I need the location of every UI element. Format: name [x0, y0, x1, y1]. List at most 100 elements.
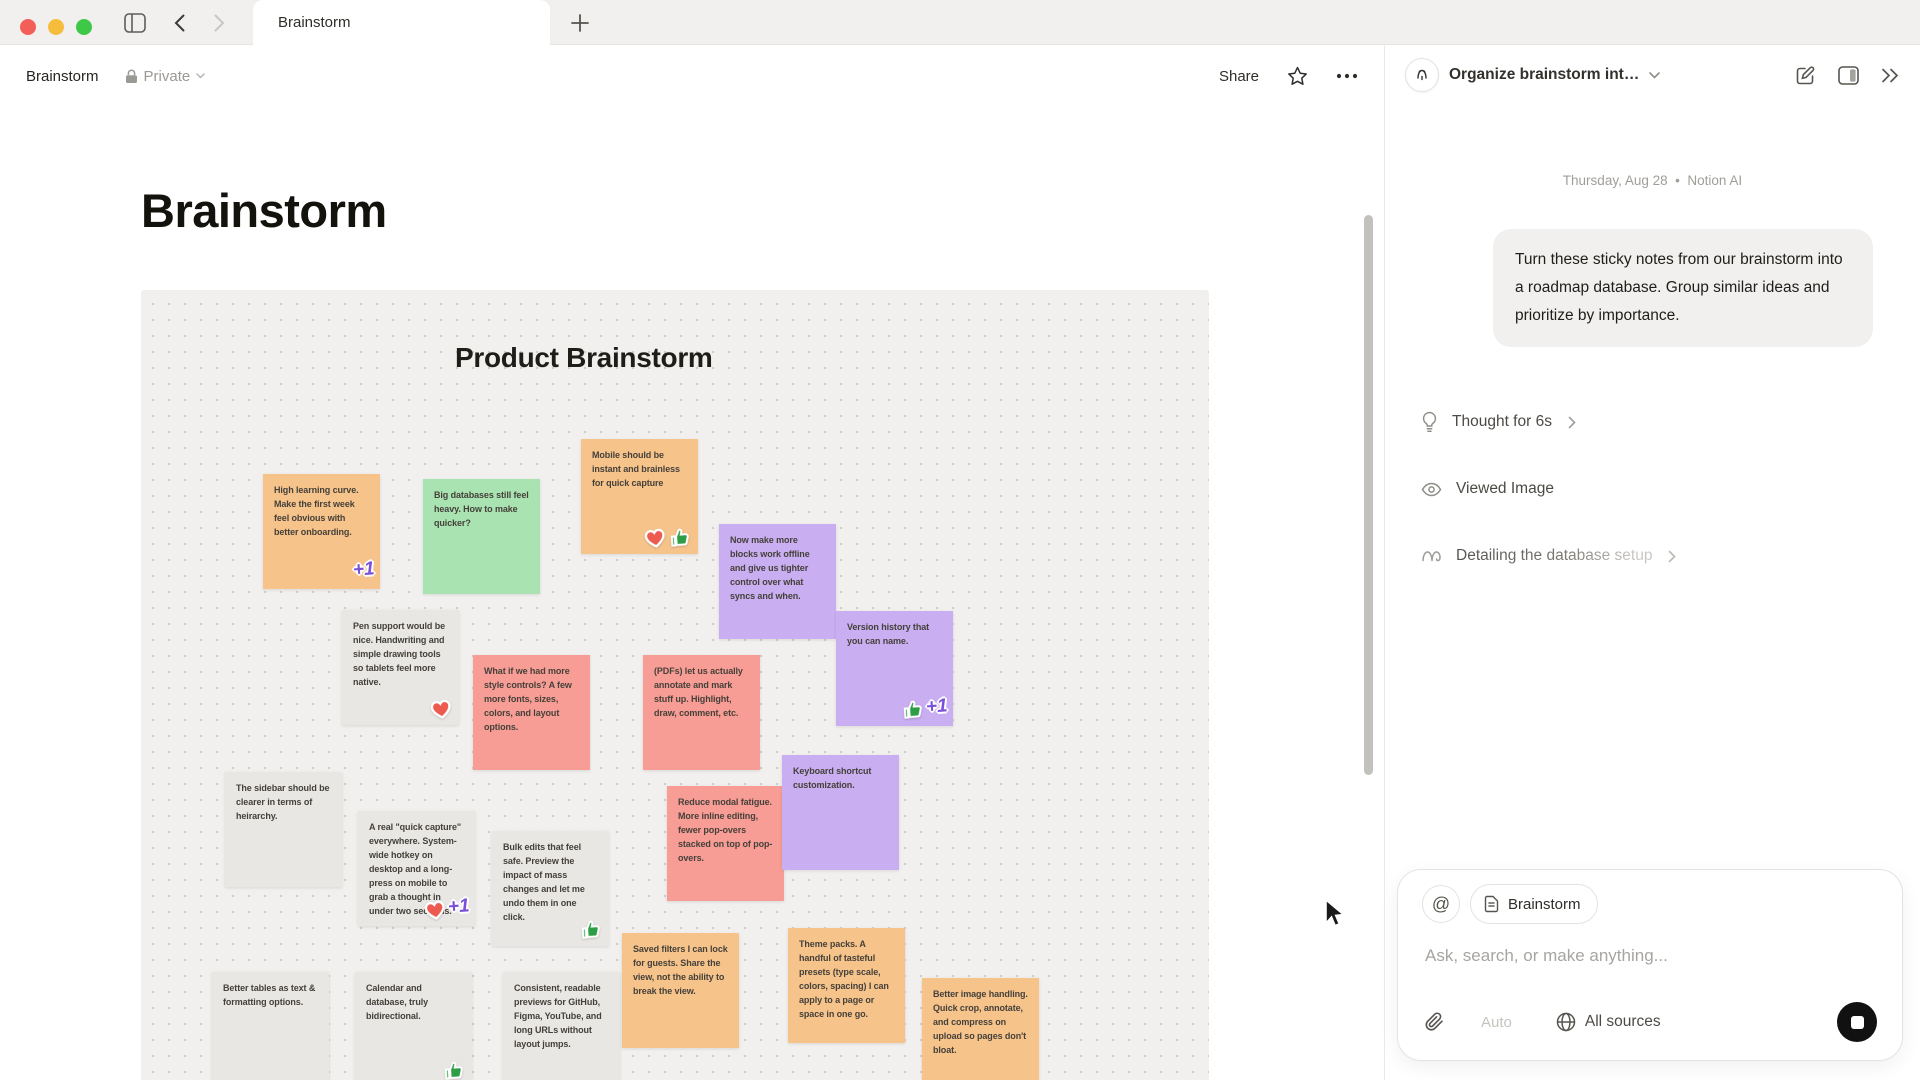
page-title: Brainstorm [141, 183, 387, 238]
ai-steps: Thought for 6s Viewed Image Detailing th… [1421, 409, 1676, 610]
share-button[interactable]: Share [1219, 68, 1259, 85]
plus-one-reaction: +1 [925, 691, 948, 722]
note-reactions [643, 526, 692, 549]
main-content: Brainstorm Private Share [0, 45, 1384, 1080]
ai-sidebar-header: Organize brainstorm int… [1385, 45, 1920, 105]
sticky-note[interactable]: Saved filters I can lock for guests. Sha… [622, 933, 739, 1048]
close-window-button[interactable] [20, 19, 36, 35]
context-chip-brainstorm[interactable]: Brainstorm [1470, 884, 1598, 924]
sticky-note-text: The sidebar should be clearer in terms o… [236, 783, 329, 821]
globe-icon [1556, 1012, 1576, 1032]
heart-reaction-icon [427, 695, 454, 721]
window-tab-strip: Brainstorm [0, 0, 1920, 45]
sticky-note-text: What if we had more style controls? A fe… [484, 666, 572, 732]
sticky-note[interactable]: What if we had more style controls? A fe… [473, 655, 590, 770]
sticky-note-text: (PDFs) let us actually annotate and mark… [654, 666, 743, 718]
provider-label: Notion AI [1687, 173, 1742, 188]
mention-button[interactable]: @ [1422, 885, 1460, 923]
sticky-note[interactable]: Pen support would be nice. Handwriting a… [342, 610, 459, 725]
lightbulb-icon [1421, 411, 1438, 433]
brainstorm-board-image[interactable]: Product Brainstorm High learning curve. … [141, 290, 1209, 1080]
collapse-double-chevron-icon[interactable] [1881, 68, 1900, 83]
sticky-note-text: Better tables as text & formatting optio… [223, 983, 315, 1007]
sticky-note[interactable]: Now make more blocks work offline and gi… [719, 524, 836, 639]
favorite-star-icon[interactable] [1287, 66, 1308, 86]
mode-selector[interactable]: Auto [1481, 1014, 1512, 1031]
sources-selector[interactable]: All sources [1556, 1012, 1661, 1032]
note-reactions: +1 [353, 555, 374, 584]
more-options-icon[interactable] [1336, 73, 1358, 79]
sticky-note[interactable]: High learning curve. Make the first week… [263, 474, 380, 589]
thread-date: Thursday, Aug 28 • Notion AI [1385, 173, 1920, 188]
minimize-window-button[interactable] [48, 19, 64, 35]
sticky-note[interactable]: Better image handling. Quick crop, annot… [922, 978, 1039, 1080]
sticky-note-text: Reduce modal fatigue. More inline editin… [678, 797, 772, 863]
back-button[interactable] [167, 11, 191, 35]
side-peek-panel-icon[interactable] [1838, 66, 1859, 85]
sticky-note-text: Calendar and database, truly bidirection… [366, 983, 428, 1021]
heart-reaction-icon [641, 524, 668, 550]
thumbs-up-reaction-icon [667, 525, 693, 550]
sidebar-toggle-icon[interactable] [123, 11, 147, 35]
vertical-scrollbar[interactable] [1364, 215, 1373, 775]
note-reactions: +1 [423, 892, 469, 921]
page-icon [1484, 895, 1499, 913]
sticky-note[interactable]: Mobile should be instant and brainless f… [581, 439, 698, 554]
plus-one-reaction: +1 [447, 891, 470, 922]
sticky-note-text: Consistent, readable previews for GitHub… [514, 983, 602, 1049]
maximize-window-button[interactable] [76, 19, 92, 35]
step-viewed-image: Viewed Image [1421, 476, 1676, 502]
chevron-right-icon [1668, 550, 1676, 563]
sticky-note[interactable]: Consistent, readable previews for GitHub… [503, 972, 620, 1080]
privacy-selector[interactable]: Private [125, 68, 206, 85]
loop-icon [1421, 549, 1442, 563]
sticky-note-text: Big databases still feel heavy. How to m… [434, 490, 529, 528]
sticky-note[interactable]: Calendar and database, truly bidirection… [355, 972, 472, 1080]
new-tab-button[interactable] [566, 9, 594, 37]
sticky-note[interactable]: Reduce modal fatigue. More inline editin… [667, 786, 784, 901]
ai-composer[interactable]: @ Brainstorm Ask, search, or make anythi… [1397, 869, 1903, 1061]
ai-prompt-input[interactable]: Ask, search, or make anything... [1425, 946, 1668, 966]
sticky-note[interactable]: A real "quick capture" everywhere. Syste… [358, 811, 475, 926]
step-detailing[interactable]: Detailing the database setup [1421, 543, 1676, 569]
sticky-note-text: Version history that you can name. [847, 622, 929, 646]
forward-button[interactable] [207, 11, 231, 35]
step-thought[interactable]: Thought for 6s [1421, 409, 1676, 435]
privacy-label: Private [144, 68, 191, 85]
thumbs-up-reaction-icon [578, 917, 604, 942]
page-toolbar: Brainstorm Private Share [0, 45, 1384, 107]
note-reactions: +1 [901, 692, 947, 721]
sticky-note[interactable]: (PDFs) let us actually annotate and mark… [643, 655, 760, 770]
note-reactions [579, 918, 603, 941]
stop-generating-button[interactable] [1837, 1002, 1877, 1042]
user-message-bubble: Turn these sticky notes from our brainst… [1493, 229, 1873, 347]
notion-ai-avatar-icon [1405, 58, 1439, 92]
attachment-paperclip-icon[interactable] [1425, 1011, 1445, 1033]
heart-reaction-icon [421, 896, 448, 922]
new-chat-compose-icon[interactable] [1795, 65, 1816, 86]
note-reactions [429, 697, 453, 720]
sticky-note-text: High learning curve. Make the first week… [274, 485, 359, 537]
thumbs-up-reaction-icon [900, 697, 926, 722]
sticky-note-text: Keyboard shortcut customization. [793, 766, 871, 790]
eye-icon [1421, 482, 1442, 497]
sticky-note[interactable]: Version history that you can name. +1 [836, 611, 953, 726]
sticky-note[interactable]: Theme packs. A handful of tasteful prese… [788, 928, 905, 1043]
ai-thread-title[interactable]: Organize brainstorm int… [1449, 66, 1639, 84]
sticky-note-text: Pen support would be nice. Handwriting a… [353, 621, 445, 687]
sticky-note-text: Theme packs. A handful of tasteful prese… [799, 939, 889, 1019]
board-title: Product Brainstorm [455, 342, 713, 374]
sticky-note[interactable]: Bulk edits that feel safe. Preview the i… [492, 831, 609, 946]
sticky-note[interactable]: Better tables as text & formatting optio… [212, 972, 329, 1080]
sticky-note[interactable]: The sidebar should be clearer in terms o… [225, 772, 342, 887]
breadcrumb[interactable]: Brainstorm [26, 68, 99, 85]
sticky-note[interactable]: Big databases still feel heavy. How to m… [423, 479, 540, 594]
thread-chevron-down-icon[interactable] [1649, 72, 1660, 79]
mouse-cursor [1320, 898, 1346, 930]
chevron-right-icon [1568, 416, 1576, 429]
notion-ai-sidebar: Organize brainstorm int… [1384, 45, 1920, 1080]
sticky-note-text: Now make more blocks work offline and gi… [730, 535, 810, 601]
tab-brainstorm[interactable]: Brainstorm [253, 0, 550, 45]
app-window: Brainstorm Brainstorm Private Share [0, 0, 1920, 1080]
sticky-note[interactable]: Keyboard shortcut customization. [782, 755, 899, 870]
